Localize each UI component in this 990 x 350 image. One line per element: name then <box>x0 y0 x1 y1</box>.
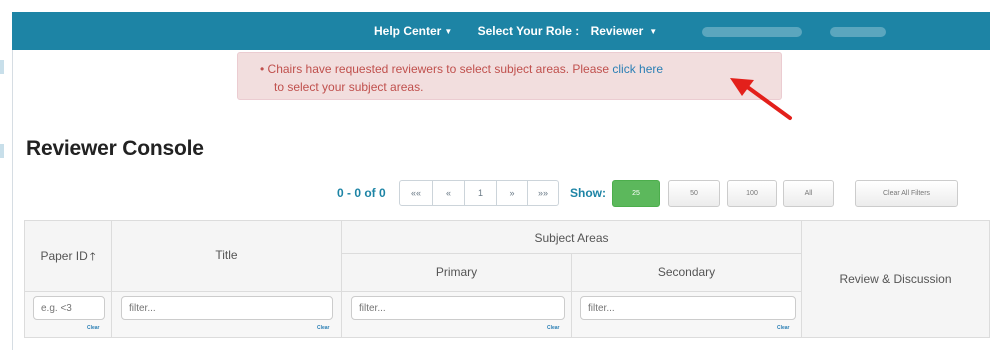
secondary-label: Secondary <box>657 265 716 279</box>
paper-id-header[interactable]: Paper ID 🡑 <box>24 220 112 292</box>
next-page-button[interactable]: » <box>496 180 528 206</box>
results-range: 0 - 0 of 0 <box>337 186 386 200</box>
title-header-label: Title <box>215 248 238 262</box>
review-discussion-header[interactable]: Review & Discussion <box>801 220 990 338</box>
blurred-menu-item[interactable] <box>830 27 886 37</box>
subject-areas-header: Subject Areas <box>341 220 802 254</box>
edge-marker <box>0 144 4 158</box>
caret-down-icon: ▼ <box>444 27 453 36</box>
secondary-filter-cell: Clear <box>571 291 802 338</box>
page-size-100-button[interactable]: 100 <box>727 180 777 207</box>
help-center-menu[interactable]: Help Center ▼ <box>374 24 452 38</box>
alert-text: Chairs have requested reviewers to selec… <box>267 62 613 76</box>
page-size-all-button[interactable]: All <box>783 180 834 207</box>
show-label: Show: <box>570 186 606 200</box>
primary-header[interactable]: Primary <box>341 253 572 292</box>
paper-id-label: Paper ID <box>40 249 88 263</box>
subject-area-alert: • Chairs have requested reviewers to sel… <box>237 52 782 100</box>
paper-id-filter-cell: Clear <box>24 291 112 338</box>
primary-clear-link[interactable]: Clear <box>547 325 560 331</box>
clear-all-filters-button[interactable]: Clear All Filters <box>855 180 958 207</box>
click-here-link[interactable]: click here <box>612 62 663 76</box>
current-page-button[interactable]: 1 <box>464 180 497 206</box>
review-discussion-label: Review & Discussion <box>839 272 952 286</box>
edge-marker <box>0 60 4 74</box>
page-edge <box>12 50 13 350</box>
alert-text-continued: to select your subject areas. <box>274 80 424 94</box>
secondary-filter-input[interactable] <box>580 296 796 320</box>
top-navbar: Help Center ▼ Select Your Role : Reviewer… <box>12 12 990 50</box>
title-clear-link[interactable]: Clear <box>317 325 330 331</box>
page-size-50-button[interactable]: 50 <box>668 180 720 207</box>
paper-id-filter-input[interactable] <box>33 296 105 320</box>
title-filter-input[interactable] <box>121 296 333 320</box>
paper-id-header-content: Paper ID 🡑 <box>25 248 111 267</box>
papers-table: Paper ID 🡑 Title Subject Areas Primary Se… <box>24 220 990 350</box>
secondary-header[interactable]: Secondary <box>571 253 802 292</box>
paper-id-clear-link[interactable]: Clear <box>87 325 100 331</box>
red-arrow-icon <box>730 78 792 120</box>
select-role-label: Select Your Role : <box>477 24 580 38</box>
navbar-menu: Help Center ▼ Select Your Role : Reviewer… <box>374 24 657 38</box>
page-size-25-button[interactable]: 25 <box>612 180 660 207</box>
alert-bullet: • <box>260 62 265 76</box>
subject-areas-label: Subject Areas <box>534 231 609 245</box>
primary-filter-input[interactable] <box>351 296 565 320</box>
caret-down-icon: ▼ <box>649 27 658 36</box>
title-header[interactable]: Title <box>111 220 342 292</box>
role-dropdown[interactable]: Reviewer ▼ <box>591 24 658 38</box>
role-label: Reviewer <box>590 24 644 38</box>
previous-page-button[interactable]: « <box>432 180 465 206</box>
first-page-button[interactable]: «« <box>399 180 433 206</box>
help-center-label: Help Center <box>374 24 442 38</box>
primary-filter-cell: Clear <box>341 291 572 338</box>
blurred-user-menu[interactable] <box>702 27 802 37</box>
secondary-clear-link[interactable]: Clear <box>777 325 790 331</box>
page-title: Reviewer Console <box>26 137 204 160</box>
last-page-button[interactable]: »» <box>527 180 559 206</box>
primary-label: Primary <box>435 265 478 279</box>
arrow-up-icon: 🡑 <box>89 251 96 263</box>
alert-line: • Chairs have requested reviewers to sel… <box>260 62 663 76</box>
title-filter-cell: Clear <box>111 291 342 338</box>
